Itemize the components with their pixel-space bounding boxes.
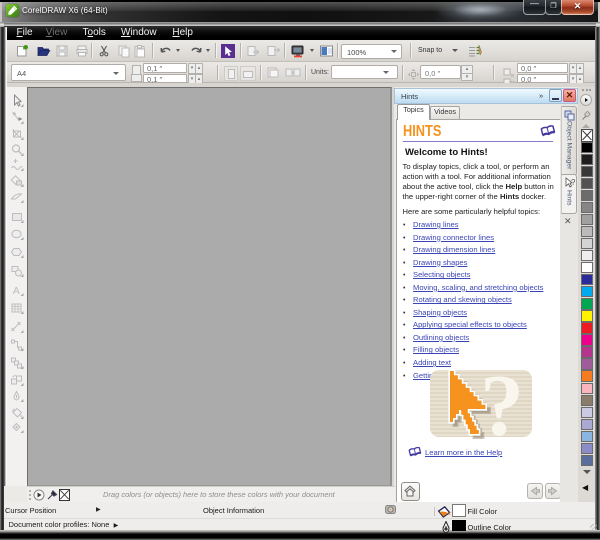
svg-text:?: ?	[571, 178, 576, 187]
svg-text:A: A	[13, 285, 20, 297]
